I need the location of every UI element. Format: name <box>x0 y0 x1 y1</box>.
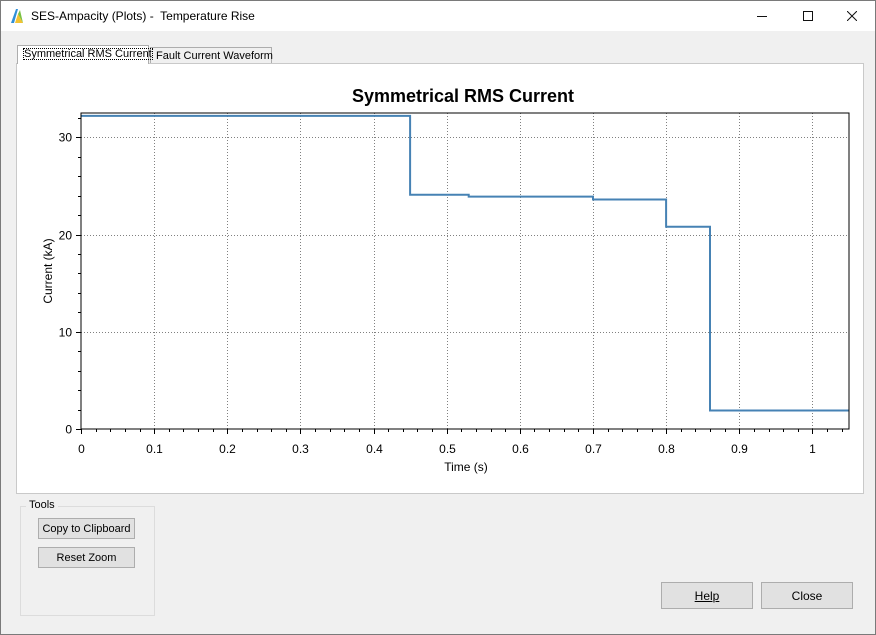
y-tick-label: 0 <box>65 423 72 437</box>
x-tick-label: 0.5 <box>439 442 456 456</box>
tab-symmetrical-rms-current[interactable]: Symmetrical RMS Current <box>17 45 153 64</box>
chart-title: Symmetrical RMS Current <box>352 86 574 106</box>
symmetrical-rms-current-chart[interactable]: Symmetrical RMS Current Time (s) Current… <box>1 1 876 501</box>
app-window: SES-Ampacity (Plots) - Temperature Rise … <box>0 0 876 635</box>
y-tick-label: 10 <box>59 326 73 340</box>
tools-group-label: Tools <box>26 499 58 511</box>
x-tick-label: 0.3 <box>292 442 309 456</box>
x-tick-label: 0 <box>78 442 85 456</box>
x-tick-label: 0.2 <box>219 442 236 456</box>
copy-to-clipboard-label: Copy to Clipboard <box>42 522 131 535</box>
plot-area-border <box>80 112 850 430</box>
copy-to-clipboard-button[interactable]: Copy to Clipboard <box>38 518 135 539</box>
y-tick-label: 30 <box>59 131 73 145</box>
series-layer <box>81 114 849 412</box>
help-label: Help <box>694 588 720 603</box>
tab-label: Symmetrical RMS Current <box>23 48 153 60</box>
x-tick-label: 0.6 <box>512 442 529 456</box>
grid-lines <box>81 113 849 429</box>
y-tick-label: 20 <box>59 229 73 243</box>
x-tick-label: 0.1 <box>146 442 163 456</box>
x-tick-label: 0.7 <box>585 442 602 456</box>
x-tick-label: 0.9 <box>731 442 748 456</box>
x-tick-label: 1 <box>809 442 816 456</box>
axis-ticks: 0 0.1 0.2 0.3 0.4 0.5 0.6 0.7 0.8 0.9 10102030 <box>59 118 843 456</box>
reset-zoom-label: Reset Zoom <box>56 551 117 564</box>
x-axis-label: Time (s) <box>444 460 488 474</box>
x-tick-label: 0.8 <box>658 442 675 456</box>
y-axis-label: Current (kA) <box>41 238 55 303</box>
reset-zoom-button[interactable]: Reset Zoom <box>38 547 135 568</box>
close-label: Close <box>791 588 823 603</box>
x-tick-label: 0.4 <box>366 442 383 456</box>
current-series-line <box>81 114 849 412</box>
help-button[interactable]: Help <box>661 582 753 609</box>
close-button[interactable]: Close <box>761 582 853 609</box>
